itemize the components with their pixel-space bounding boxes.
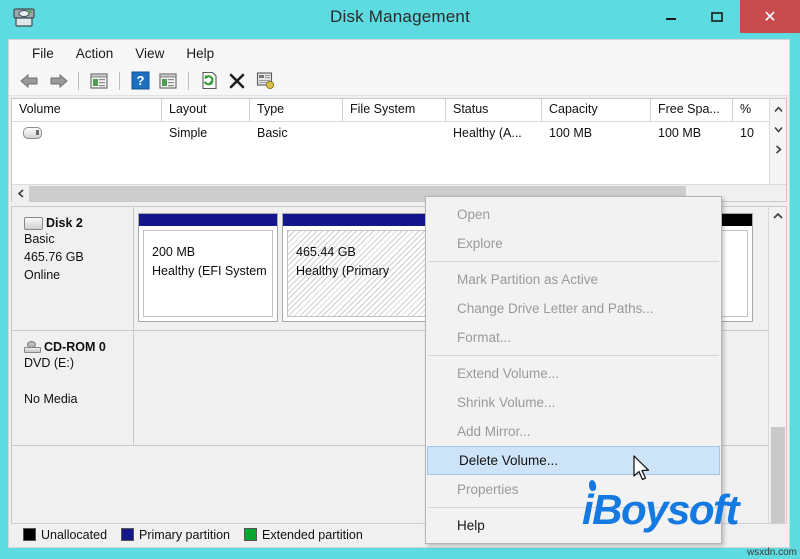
- disk-meta-status: No Media: [24, 392, 78, 406]
- show-hide-console-tree-icon[interactable]: [86, 69, 112, 93]
- column-header-capacity[interactable]: Capacity: [542, 99, 651, 121]
- disk-name-label: Disk 2: [46, 216, 83, 230]
- scroll-down-icon[interactable]: [770, 119, 787, 139]
- column-header-type[interactable]: Type: [250, 99, 343, 121]
- scroll-left-icon[interactable]: [12, 184, 29, 202]
- toolbar-separator: [188, 71, 189, 90]
- back-icon[interactable]: [17, 69, 43, 93]
- window-controls: ✕: [648, 0, 800, 33]
- partition-size: 200 MB: [152, 245, 196, 259]
- show-hide-action-pane-icon[interactable]: [155, 69, 181, 93]
- close-button[interactable]: ✕: [740, 0, 800, 33]
- context-menu-item-format[interactable]: Format...: [426, 323, 721, 352]
- delete-icon[interactable]: [224, 69, 250, 93]
- disk-meta-drive: DVD (E:): [24, 356, 74, 370]
- svg-text:?: ?: [136, 73, 144, 88]
- toolbar: ?: [9, 66, 789, 96]
- legend-swatch-extended: [244, 528, 258, 541]
- menu-item-action[interactable]: Action: [65, 44, 125, 63]
- disk-management-window: Disk Management ✕ File Action View Help: [0, 0, 800, 559]
- legend-swatch-primary: [121, 528, 135, 541]
- cell-type: Basic: [257, 125, 288, 140]
- cell-free-space: 100 MB: [658, 125, 702, 140]
- legend-item-primary-partition: Primary partition: [121, 528, 230, 542]
- column-header-volume[interactable]: Volume: [12, 99, 162, 121]
- legend-item-unallocated: Unallocated: [23, 528, 107, 542]
- disk-title: CD-ROM 0: [24, 340, 133, 354]
- context-menu-separator: [428, 261, 719, 262]
- partition-status: Healthy (EFI System: [152, 264, 267, 278]
- disk-meta-blank: [24, 372, 133, 390]
- disk-meta-type: Basic: [24, 232, 55, 246]
- properties-icon[interactable]: [252, 69, 278, 93]
- partition-details: 200 MB Healthy (EFI System: [143, 230, 273, 317]
- disk-info-cd-rom-0: CD-ROM 0 DVD (E:) No Media: [12, 331, 134, 445]
- context-menu-item-change-drive-letter-and-paths[interactable]: Change Drive Letter and Paths...: [426, 294, 721, 323]
- table-row[interactable]: Simple Basic Healthy (A... 100 MB 100 MB…: [12, 122, 786, 143]
- partition-type-bar: [139, 214, 277, 226]
- watermark-text: iBoysoft: [582, 486, 740, 533]
- cell-layout: Simple: [169, 125, 208, 140]
- context-menu-item-mark-partition-as-active[interactable]: Mark Partition as Active: [426, 265, 721, 294]
- disk-info-disk-2: Disk 2 Basic 465.76 GB Online: [12, 207, 134, 330]
- context-menu-item-open[interactable]: Open: [426, 200, 721, 229]
- help-icon[interactable]: ?: [127, 69, 153, 93]
- legend-item-extended-partition: Extended partition: [244, 528, 363, 542]
- context-menu-separator: [428, 355, 719, 356]
- menu-item-view[interactable]: View: [124, 44, 175, 63]
- legend-swatch-unallocated: [23, 528, 36, 541]
- context-menu-item-extend-volume[interactable]: Extend Volume...: [426, 359, 721, 388]
- column-header-file-system[interactable]: File System: [343, 99, 446, 121]
- column-header-status[interactable]: Status: [446, 99, 542, 121]
- vertical-scroll-thumb[interactable]: [771, 427, 785, 527]
- menu-item-file[interactable]: File: [21, 44, 65, 63]
- disk-name-label: CD-ROM 0: [44, 340, 106, 354]
- disk-pane-vertical-scrollbar[interactable]: [768, 207, 786, 541]
- volume-list-header: Volume Layout Type File System Status Ca…: [12, 99, 786, 122]
- maximize-button[interactable]: [694, 0, 740, 33]
- hard-disk-icon: [24, 216, 43, 230]
- rescan-disks-icon[interactable]: [196, 69, 222, 93]
- iboysoft-watermark: iBoysoft: [582, 479, 740, 533]
- cd-rom-icon: [24, 341, 41, 353]
- column-header-layout[interactable]: Layout: [162, 99, 250, 121]
- scroll-up-icon[interactable]: [770, 99, 787, 119]
- menu-item-help[interactable]: Help: [175, 44, 225, 63]
- legend-label-primary: Primary partition: [139, 527, 231, 542]
- context-menu-item-shrink-volume[interactable]: Shrink Volume...: [426, 388, 721, 417]
- column-header-free-space[interactable]: Free Spa...: [651, 99, 733, 121]
- legend-label-unallocated: Unallocated: [41, 527, 108, 542]
- toolbar-separator: [78, 71, 79, 90]
- volume-list[interactable]: Volume Layout Type File System Status Ca…: [11, 98, 787, 202]
- disk-title: Disk 2: [24, 216, 133, 230]
- toolbar-separator: [119, 71, 120, 90]
- volume-list-rows: Simple Basic Healthy (A... 100 MB 100 MB…: [12, 122, 786, 143]
- context-menu-item-delete-volume[interactable]: Delete Volume...: [427, 446, 720, 475]
- scroll-up-icon[interactable]: [769, 207, 786, 225]
- scroll-right-corner-icon[interactable]: [770, 139, 787, 159]
- disk-meta-status: Online: [24, 268, 61, 282]
- minimize-button[interactable]: [648, 0, 694, 33]
- cell-capacity: 100 MB: [549, 125, 593, 140]
- forward-icon[interactable]: [45, 69, 71, 93]
- volume-icon: [23, 126, 42, 139]
- legend-label-extended: Extended partition: [262, 527, 363, 542]
- partition-efi-system[interactable]: 200 MB Healthy (EFI System: [138, 213, 278, 322]
- screenshot-root: Disk Management ✕ File Action View Help: [0, 0, 800, 559]
- disk-meta-size: 465.76 GB: [24, 250, 84, 264]
- cell-percent: 10: [740, 125, 754, 140]
- cell-status: Healthy (A...: [453, 125, 522, 140]
- site-tag: wsxdn.com: [746, 547, 797, 558]
- menu-bar: File Action View Help: [9, 40, 789, 66]
- context-menu-item-add-mirror[interactable]: Add Mirror...: [426, 417, 721, 446]
- column-header-percent[interactable]: %: [733, 99, 771, 121]
- context-menu-item-explore[interactable]: Explore: [426, 229, 721, 258]
